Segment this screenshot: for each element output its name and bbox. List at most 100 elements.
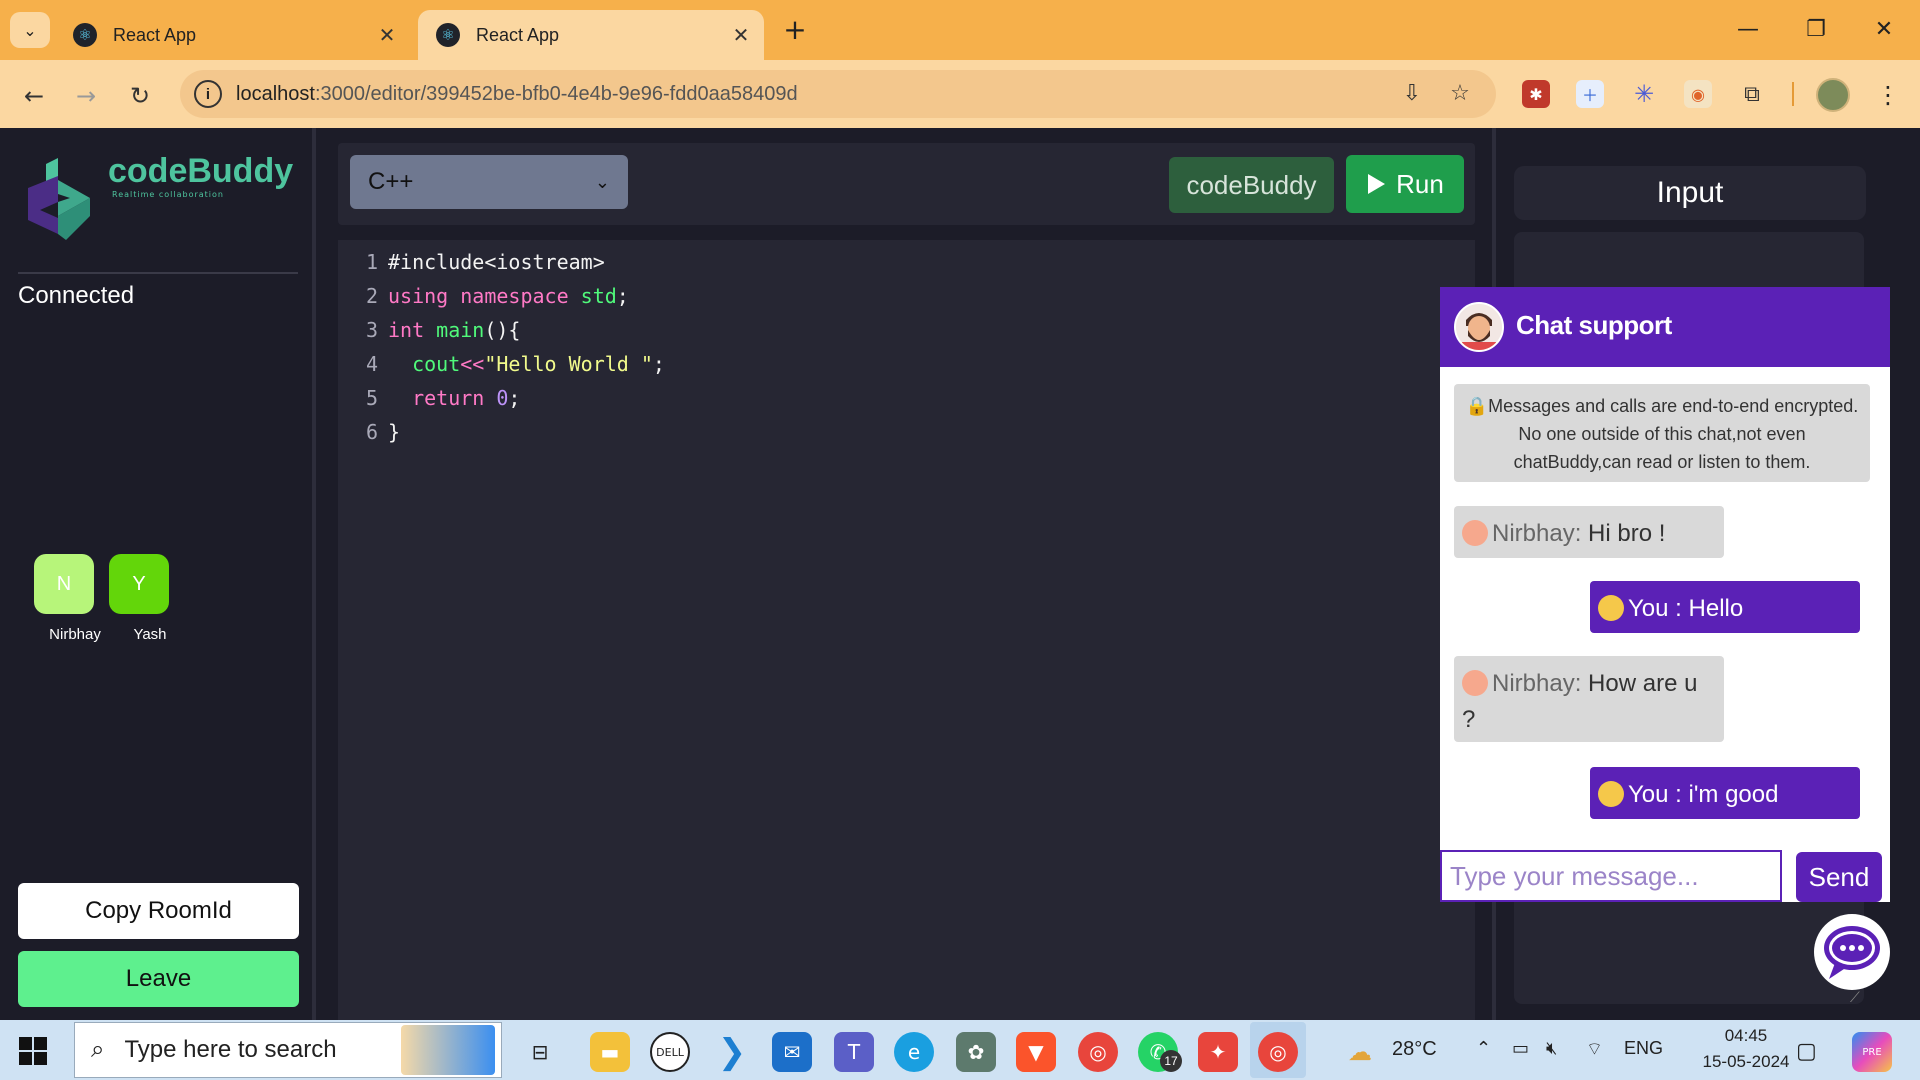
profile-avatar[interactable] [1816, 78, 1850, 112]
sidebar-divider [18, 272, 298, 274]
code-token: int [388, 318, 437, 342]
clock-time[interactable]: 04:45 [1696, 1026, 1796, 1046]
clock-date[interactable]: 15-05-2024 [1696, 1052, 1796, 1072]
search-icon: ⌕ [91, 1036, 105, 1063]
chrome-active-icon[interactable]: ◎ [1258, 1032, 1298, 1072]
back-arrow-icon[interactable]: ← [16, 78, 52, 114]
react-logo-icon: ⚛ [436, 23, 460, 47]
code-line[interactable]: return 0; [388, 386, 520, 410]
line-number: 5 [365, 386, 378, 410]
selected-language: C++ [368, 168, 414, 195]
chat-bubble-icon [1824, 926, 1880, 979]
site-info-icon[interactable]: i [194, 80, 222, 108]
code-token: main [436, 318, 485, 342]
code-token: ; [508, 386, 521, 410]
message-sender: You : [1628, 781, 1682, 808]
wifi-icon[interactable]: ⌔ [1586, 1038, 1603, 1061]
support-agent-avatar [1454, 302, 1504, 352]
new-tab-button[interactable]: + [780, 12, 810, 48]
mail-icon[interactable]: ✉ [772, 1032, 812, 1072]
chat-message-input[interactable]: Type your message... [1440, 850, 1782, 902]
restore-button[interactable]: ❐ [1786, 10, 1846, 50]
copy-roomid-button[interactable]: Copy RoomId [18, 883, 299, 939]
line-number: 4 [365, 352, 378, 376]
browser-tab[interactable]: ⚛ React App ✕ [55, 10, 410, 60]
tab-search-button[interactable]: ⌄ [10, 12, 50, 48]
code-line[interactable]: #include<iostream> [388, 250, 605, 274]
brave-icon[interactable]: ▼ [1016, 1032, 1056, 1072]
whatsapp-badge: 17 [1160, 1050, 1182, 1072]
chat-message-incoming: Nirbhay: Hi bro ! [1454, 506, 1724, 558]
play-icon [1368, 174, 1386, 194]
line-number: 1 [365, 250, 378, 274]
forward-arrow-icon[interactable]: → [68, 78, 104, 114]
browser-menu-icon[interactable]: ⋮ [1876, 78, 1900, 112]
address-bar[interactable]: i localhost:3000/editor/399452be-bfb0-4e… [180, 70, 1496, 118]
edge-icon[interactable]: e [894, 1032, 934, 1072]
run-button[interactable]: Run [1346, 155, 1464, 213]
close-window-button[interactable]: ✕ [1854, 10, 1914, 50]
battery-icon[interactable]: ▭ [1512, 1038, 1529, 1059]
tray-chevron-icon[interactable]: ⌃ [1476, 1038, 1491, 1059]
send-button[interactable]: Send [1796, 852, 1882, 902]
volume-mute-icon[interactable]: 🔇︎ [1546, 1038, 1557, 1059]
weather-temp[interactable]: 28°C [1392, 1038, 1437, 1061]
extension-snowflake-icon[interactable]: ✳ [1630, 80, 1658, 108]
code-token: "Hello World " [484, 352, 653, 376]
minimize-button[interactable]: — [1718, 10, 1778, 50]
extension-paw-icon[interactable]: ✱ [1522, 80, 1550, 108]
message-text: i'm good [1681, 781, 1779, 808]
notifications-icon[interactable]: ▢ [1796, 1038, 1817, 1064]
extensions-puzzle-icon[interactable]: ⧉ [1738, 80, 1766, 108]
chrome-icon[interactable]: ◎ [1078, 1032, 1118, 1072]
code-line[interactable]: } [388, 420, 400, 444]
line-number: 6 [365, 420, 378, 444]
search-placeholder: Type here to search [124, 1036, 337, 1063]
weather-icon: ☁ [1348, 1039, 1372, 1066]
taskbar-search[interactable]: ⌕ Type here to search [74, 1022, 502, 1078]
language-select[interactable]: C++ ⌄ [350, 155, 628, 209]
code-token: using [388, 284, 461, 308]
install-app-icon[interactable]: ⇩ [1396, 78, 1428, 110]
logo-text: codeBuddy [108, 152, 294, 190]
vscode-icon[interactable]: ❯ [712, 1032, 752, 1072]
code-line[interactable]: cout<<"Hello World "; [388, 352, 665, 376]
code-token: #include<iostream> [388, 250, 605, 274]
chat-message-outgoing: You : Hello [1590, 581, 1860, 633]
file-explorer-icon[interactable]: ▬ [590, 1032, 630, 1072]
react-logo-icon: ⚛ [73, 23, 97, 47]
code-line[interactable]: using namespace std; [388, 284, 629, 308]
task-view-icon[interactable]: ⊟ [520, 1032, 560, 1072]
browser-tab-active[interactable]: ⚛ React App ✕ [418, 10, 764, 60]
chatgpt-icon[interactable]: ✿ [956, 1032, 996, 1072]
resize-handle-icon[interactable]: ⟋ [1850, 990, 1860, 1006]
reload-icon[interactable]: ↻ [122, 78, 158, 114]
code-token: ; [652, 352, 665, 376]
code-line[interactable]: int main(){ [388, 318, 520, 342]
teams-icon[interactable]: T [834, 1032, 874, 1072]
copilot-icon[interactable]: PRE [1852, 1032, 1892, 1072]
input-language[interactable]: ENG [1624, 1038, 1663, 1059]
connection-status: Connected [18, 282, 135, 309]
leave-button[interactable]: Leave [18, 951, 299, 1007]
user-emoji-icon [1598, 781, 1624, 807]
codebuddy-button[interactable]: codeBuddy [1169, 157, 1334, 213]
client-name: Nirbhay [49, 626, 101, 643]
message-text: Hi bro ! [1581, 520, 1666, 547]
dell-icon[interactable]: DELL [650, 1032, 690, 1072]
extension-badge-icon[interactable]: ◉ [1684, 80, 1712, 108]
close-tab-icon[interactable]: ✕ [726, 23, 756, 48]
code-token: return [388, 386, 497, 410]
bookmark-star-icon[interactable]: ☆ [1444, 78, 1476, 110]
code-token: } [388, 420, 401, 444]
windows-start-icon[interactable] [18, 1036, 48, 1066]
chat-title: Chat support [1516, 310, 1672, 340]
code-token: 0 [496, 386, 509, 410]
close-tab-icon[interactable]: ✕ [372, 23, 402, 48]
extension-screenshot-icon[interactable]: ＋ [1576, 80, 1604, 108]
app-icon[interactable]: ✦ [1198, 1032, 1238, 1072]
chat-toggle-button[interactable] [1814, 914, 1890, 990]
code-token: << [460, 352, 485, 376]
client-avatar: Y [109, 554, 169, 614]
message-sender: You : [1628, 595, 1682, 622]
